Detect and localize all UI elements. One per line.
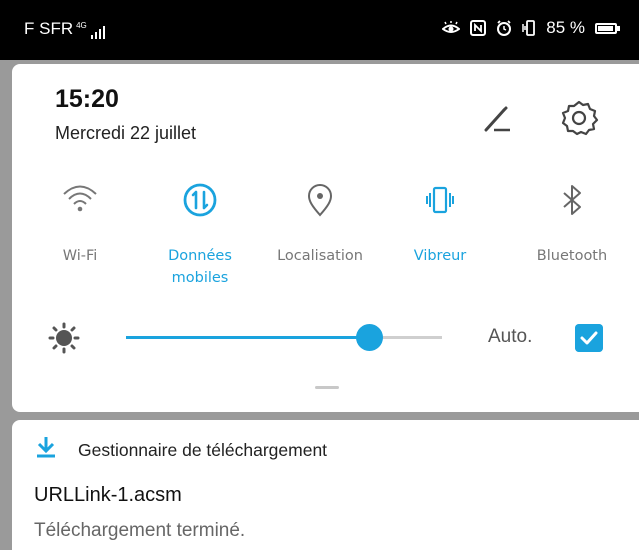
signal-icon — [90, 26, 105, 39]
toggle-label-location: Localisation — [277, 248, 363, 264]
toggle-bluetooth[interactable]: Bluetooth — [517, 180, 627, 264]
mobile-data-icon — [183, 183, 217, 217]
download-notification[interactable]: Gestionnaire de téléchargement URLLink-1… — [12, 420, 639, 550]
toggle-label-vibrate: Vibreur — [413, 248, 467, 264]
notification-title: URLLink-1.acsm — [34, 484, 182, 506]
quick-settings-panel: 15:20 Mercredi 22 juillet Wi-Fi Données … — [12, 64, 639, 412]
toggle-mobile-data[interactable]: Données mobiles — [145, 180, 255, 286]
vibrate-icon — [426, 186, 454, 214]
brightness-icon — [48, 322, 80, 354]
brightness-slider[interactable] — [126, 324, 442, 351]
battery-percent: 85 % — [546, 18, 585, 37]
status-right: 85 % — [442, 18, 620, 38]
network-type: 4G — [76, 21, 87, 30]
settings-gear-icon[interactable] — [559, 98, 599, 138]
panel-drag-handle[interactable] — [315, 386, 339, 389]
clock-date: Mercredi 22 juillet — [55, 123, 197, 143]
auto-brightness-label: Auto. — [488, 326, 533, 347]
eye-comfort-icon — [442, 21, 461, 33]
auto-brightness-checkbox[interactable] — [575, 324, 603, 352]
brightness-thumb[interactable] — [356, 324, 383, 351]
alarm-icon — [497, 20, 512, 36]
bluetooth-icon — [563, 185, 581, 215]
notification-app-name: Gestionnaire de téléchargement — [78, 440, 328, 460]
toggle-vibrate[interactable]: Vibreur — [385, 180, 495, 264]
battery-icon — [595, 22, 620, 34]
status-left: F SFR 4G — [24, 19, 105, 39]
toggle-label-mobile-data: Données mobiles — [168, 248, 232, 286]
clock-time: 15:20 — [55, 85, 119, 113]
toggle-location[interactable]: Localisation — [265, 180, 375, 264]
brightness-fill — [126, 336, 369, 339]
carrier-name: F SFR — [24, 19, 74, 38]
nfc-icon — [470, 20, 487, 36]
status-bar: F SFR 4G 85 % — [0, 0, 639, 60]
wifi-icon — [63, 185, 97, 212]
toggle-wifi[interactable]: Wi-Fi — [25, 180, 135, 264]
toggle-label-bluetooth: Bluetooth — [536, 248, 608, 264]
download-icon — [37, 437, 55, 458]
location-icon — [307, 184, 333, 217]
notification-body: Téléchargement terminé. — [34, 520, 246, 541]
edit-icon[interactable] — [480, 102, 514, 136]
vibrate-status-icon — [522, 20, 536, 36]
toggle-label-wifi: Wi-Fi — [62, 248, 98, 264]
